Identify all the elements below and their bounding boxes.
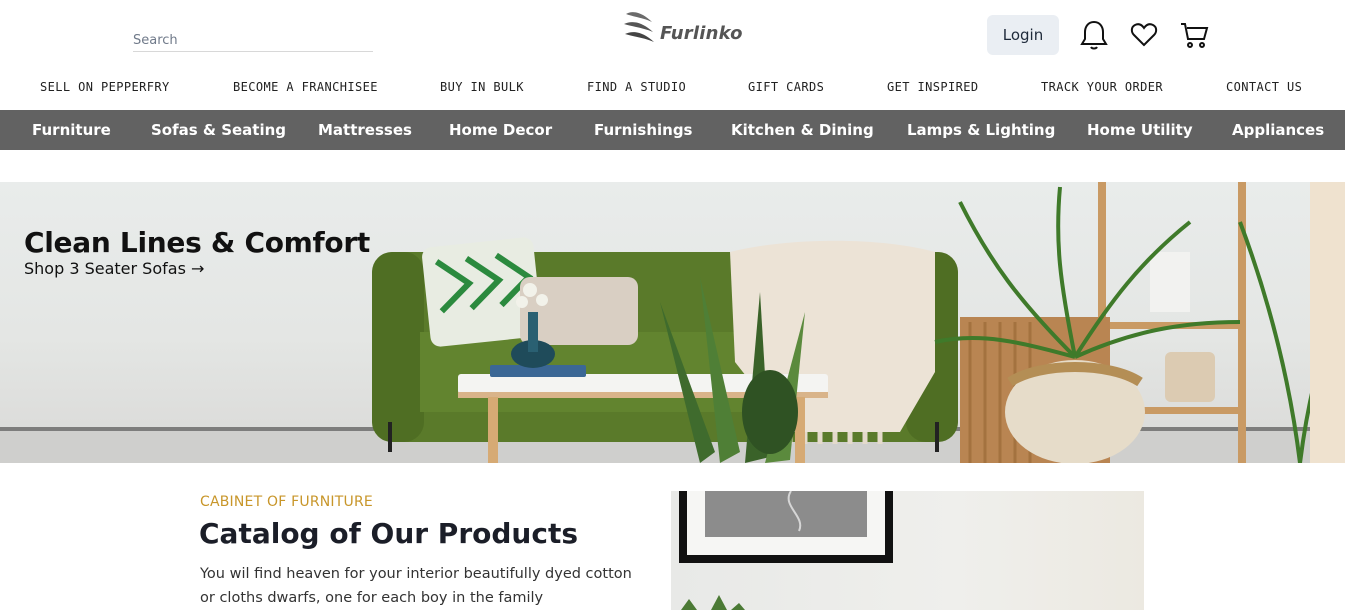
category-appliances[interactable]: Appliances <box>1232 121 1324 139</box>
framed-picture-image <box>679 491 893 610</box>
category-sofas-seating[interactable]: Sofas & Seating <box>151 121 286 139</box>
cart-icon[interactable] <box>1178 19 1210 51</box>
find-studio-link[interactable]: FIND A STUDIO <box>587 80 686 94</box>
category-nav: Furniture Sofas & Seating Mattresses Hom… <box>0 110 1345 150</box>
category-kitchen-dining[interactable]: Kitchen & Dining <box>731 121 874 139</box>
sell-on-pepperfry-link[interactable]: SELL ON PEPPERFRY <box>40 80 170 94</box>
category-home-utility[interactable]: Home Utility <box>1087 121 1193 139</box>
logo[interactable]: Furlinko <box>622 7 743 44</box>
category-furniture[interactable]: Furniture <box>32 121 111 139</box>
buy-in-bulk-link[interactable]: BUY IN BULK <box>440 80 524 94</box>
catalog-description: You wil find heaven for your interior be… <box>200 566 632 606</box>
login-button[interactable]: Login <box>987 15 1059 55</box>
track-order-link[interactable]: TRACK YOUR ORDER <box>1041 80 1163 94</box>
hero-sofa-scene-image <box>0 182 1345 463</box>
gift-cards-link[interactable]: GIFT CARDS <box>748 80 824 94</box>
category-home-decor[interactable]: Home Decor <box>449 121 552 139</box>
hero-banner[interactable]: Clean Lines & Comfort Shop 3 Seater Sofa… <box>0 182 1345 463</box>
catalog-kicker: CABINET OF FURNITURE <box>200 494 373 510</box>
heart-icon[interactable] <box>1128 19 1160 51</box>
get-inspired-link[interactable]: GET INSPIRED <box>887 80 979 94</box>
hero-title: Clean Lines & Comfort <box>24 226 370 259</box>
category-mattresses[interactable]: Mattresses <box>318 121 412 139</box>
site-header: Furlinko Login <box>0 0 1345 70</box>
bell-icon[interactable] <box>1078 19 1110 51</box>
become-franchisee-link[interactable]: BECOME A FRANCHISEE <box>233 80 378 94</box>
logo-mark-icon <box>624 11 654 42</box>
logo-text: Furlinko <box>660 23 743 44</box>
category-furnishings[interactable]: Furnishings <box>594 121 693 139</box>
search-input[interactable] <box>133 30 373 52</box>
shop-3-seater-sofas-link[interactable]: Shop 3 Seater Sofas → <box>24 259 204 278</box>
catalog-title: Catalog of Our Products <box>199 517 578 550</box>
contact-us-link[interactable]: CONTACT US <box>1226 80 1302 94</box>
top-utility-nav: SELL ON PEPPERFRY BECOME A FRANCHISEE BU… <box>0 70 1345 110</box>
category-lamps-lighting[interactable]: Lamps & Lighting <box>907 121 1055 139</box>
catalog-promo-image <box>671 491 1144 610</box>
